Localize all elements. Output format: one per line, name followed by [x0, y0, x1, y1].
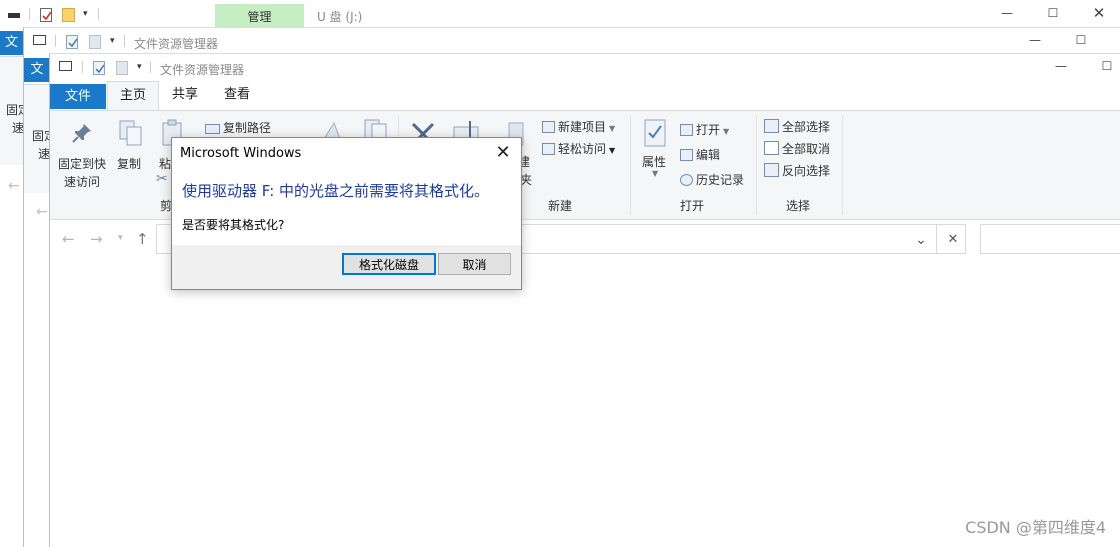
- paste-button[interactable]: 粘: [159, 155, 171, 172]
- address-dropdown-icon[interactable]: ⌄: [906, 225, 936, 255]
- file-tab[interactable]: 文: [24, 58, 50, 82]
- copy-icon: [118, 119, 144, 150]
- manage-tab[interactable]: 管理: [215, 4, 304, 27]
- close-button[interactable]: ✕: [1076, 0, 1120, 26]
- history-label: 历史记录: [696, 173, 745, 187]
- watermark: CSDN @第四维度4: [965, 518, 1106, 537]
- tab-file[interactable]: 文件: [50, 84, 106, 109]
- minimize-button[interactable]: —: [1038, 53, 1084, 79]
- invert-selection-icon: [764, 163, 779, 177]
- history-button[interactable]: 历史记录: [680, 171, 744, 188]
- copy-button[interactable]: 复制: [117, 155, 141, 172]
- new-item-dropdown-icon: ▼: [609, 124, 616, 133]
- properties-check-icon[interactable]: [40, 8, 52, 22]
- search-input[interactable]: [980, 224, 1120, 254]
- edit-button[interactable]: 编辑: [680, 146, 720, 163]
- easy-access-dropdown-icon: ▼: [609, 146, 616, 155]
- format-disk-dialog: Microsoft Windows ✕ 使用驱动器 F: 中的光盘之前需要将其格…: [171, 137, 522, 290]
- back-arrow-icon[interactable]: ←: [36, 204, 48, 220]
- properties-check-icon[interactable]: [66, 35, 78, 49]
- back-arrow-icon[interactable]: ←: [62, 230, 75, 248]
- select-none-button[interactable]: 全部取消: [764, 140, 830, 157]
- back-arrow-icon[interactable]: ←: [8, 178, 20, 194]
- drive-icon: [33, 35, 46, 45]
- maximize-button[interactable]: ☐: [1058, 27, 1104, 53]
- clear-address-icon[interactable]: ✕: [938, 225, 968, 255]
- history-icon: [680, 174, 693, 186]
- drive-icon: [59, 61, 72, 71]
- properties-button[interactable]: 属性: [642, 153, 666, 170]
- file-tab[interactable]: 文: [0, 31, 23, 55]
- select-none-icon: [764, 141, 779, 155]
- invert-selection-button[interactable]: 反向选择: [764, 162, 830, 179]
- new-item-icon: [542, 121, 555, 133]
- new-group-label: 新建: [548, 199, 573, 213]
- dialog-question: 是否要将其格式化?: [182, 218, 285, 232]
- recent-locations-icon[interactable]: ▾: [118, 233, 123, 243]
- easy-access-label: 轻松访问: [558, 142, 607, 156]
- window-title: 文件资源管理器: [160, 63, 245, 77]
- open-group-label: 打开: [680, 199, 705, 213]
- minimize-button[interactable]: —: [984, 0, 1030, 26]
- quick-access-dropdown-icon[interactable]: ▾: [83, 9, 88, 19]
- tab-home[interactable]: 主页: [107, 81, 159, 110]
- quick-access-dropdown-icon[interactable]: ▾: [110, 36, 115, 46]
- back-window-1-titlebar: ▾ 管理 U 盘 (J:) — ☐ ✕: [0, 0, 1120, 27]
- select-all-icon: [764, 119, 779, 133]
- file-explorer-window: ▾ 文件资源管理器 — ☐ 文件 主页 共享 查看 固定到快 速访问 复制 粘 …: [49, 53, 1120, 547]
- up-arrow-icon[interactable]: ↑: [136, 230, 149, 248]
- cut-icon[interactable]: ✂: [156, 171, 168, 187]
- properties-dropdown-icon[interactable]: ▼: [652, 169, 658, 178]
- dialog-title: Microsoft Windows: [180, 146, 302, 161]
- dialog-close-icon[interactable]: ✕: [493, 142, 513, 163]
- new-item-button[interactable]: 新建项目 ▼: [542, 118, 615, 135]
- drive-icon: [8, 13, 20, 18]
- window-title: U 盘 (J:): [317, 10, 363, 24]
- edit-label: 编辑: [696, 148, 721, 162]
- minimize-button[interactable]: —: [1012, 27, 1058, 53]
- format-disk-button[interactable]: 格式化磁盘: [342, 253, 436, 275]
- open-icon: [680, 124, 693, 136]
- dialog-message: 使用驱动器 F: 中的光盘之前需要将其格式化。: [182, 182, 490, 200]
- new-item-label: 新建项目: [558, 120, 607, 134]
- cancel-button[interactable]: 取消: [438, 253, 511, 275]
- back-window-2-titlebar: ▾ 文件资源管理器 — ☐: [24, 28, 1120, 54]
- select-none-label: 全部取消: [782, 142, 831, 156]
- new-folder-icon[interactable]: [116, 61, 128, 75]
- quick-access-dropdown-icon[interactable]: ▾: [137, 62, 142, 72]
- window-title: 文件资源管理器: [134, 37, 219, 51]
- select-all-label: 全部选择: [782, 120, 831, 134]
- open-button[interactable]: 打开 ▼: [680, 121, 729, 138]
- new-folder-icon[interactable]: [89, 35, 101, 49]
- invert-selection-label: 反向选择: [782, 164, 831, 178]
- pin-icon: [70, 121, 94, 148]
- tab-share[interactable]: 共享: [162, 81, 208, 109]
- copy-path-button[interactable]: 复制路径: [205, 119, 271, 136]
- maximize-button[interactable]: ☐: [1084, 53, 1120, 79]
- pin-to-quick-access-label-2: 速访问: [64, 175, 101, 189]
- folder-icon[interactable]: [62, 8, 75, 22]
- open-dropdown-icon: ▼: [723, 127, 730, 136]
- edit-icon: [680, 149, 693, 161]
- properties-icon: [644, 119, 666, 150]
- copy-path-icon: [205, 124, 220, 134]
- easy-access-button[interactable]: 轻松访问 ▼: [542, 140, 615, 157]
- tab-view[interactable]: 查看: [214, 81, 260, 109]
- open-label: 打开: [696, 123, 721, 137]
- copy-path-label: 复制路径: [223, 121, 272, 135]
- forward-arrow-icon[interactable]: →: [90, 230, 103, 248]
- easy-access-icon: [542, 143, 555, 155]
- pin-to-quick-access-button[interactable]: 固定到快: [58, 155, 106, 172]
- properties-check-icon[interactable]: [93, 61, 105, 75]
- ribbon-tabs: 文件 主页 共享 查看: [50, 81, 1120, 110]
- select-all-button[interactable]: 全部选择: [764, 118, 830, 135]
- dialog-footer: 格式化磁盘 取消: [172, 245, 521, 289]
- select-group-label: 选择: [786, 199, 811, 213]
- window-titlebar: ▾ 文件资源管理器 — ☐: [50, 54, 1120, 80]
- maximize-button[interactable]: ☐: [1030, 0, 1076, 26]
